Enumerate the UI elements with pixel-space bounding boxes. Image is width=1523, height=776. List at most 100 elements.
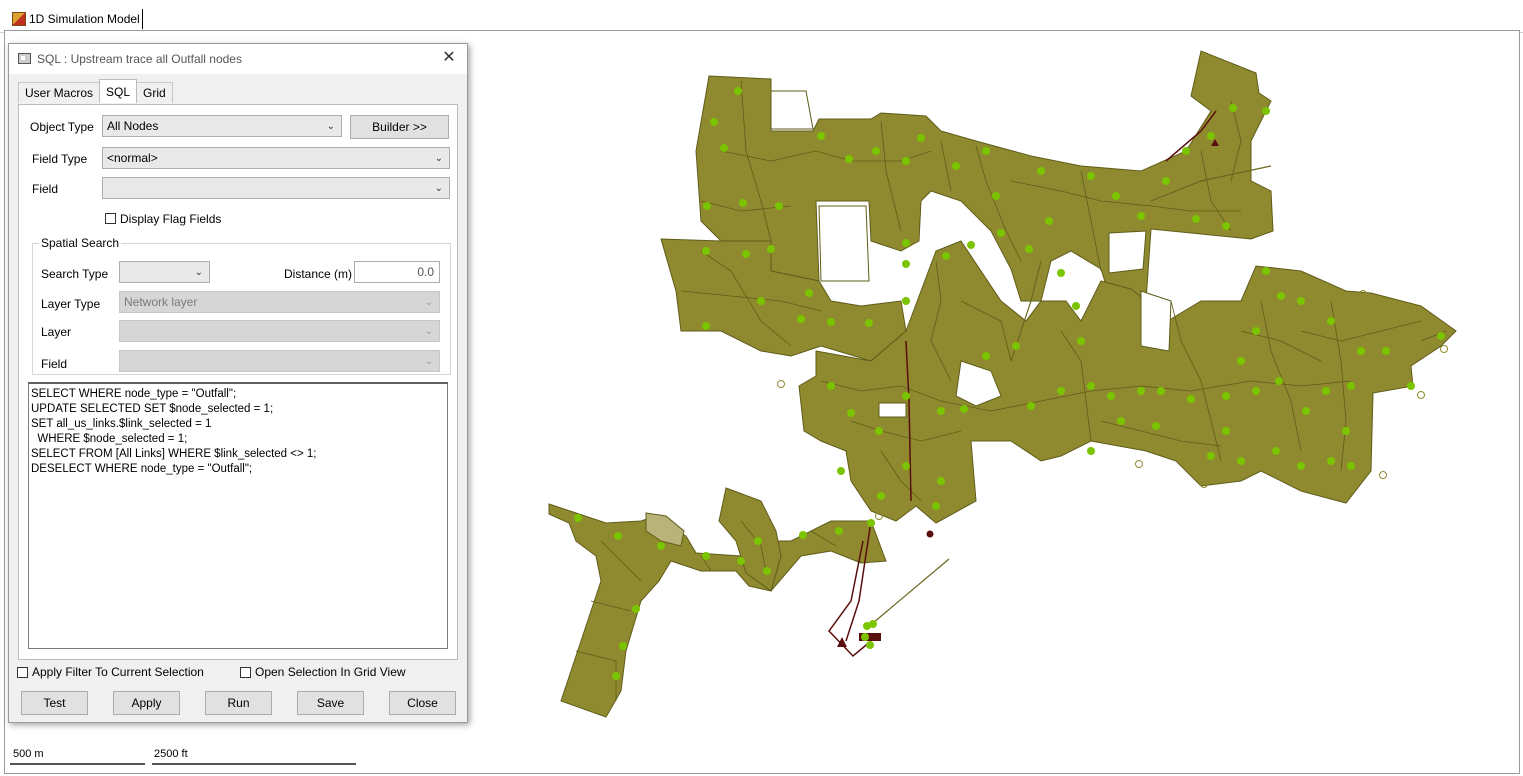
node-marker[interactable] [1087, 382, 1095, 390]
display-flag-fields-checkbox[interactable] [105, 213, 116, 224]
node-marker[interactable] [1237, 457, 1245, 465]
node-marker[interactable] [1347, 462, 1355, 470]
node-marker[interactable] [710, 118, 718, 126]
node-marker[interactable] [952, 162, 960, 170]
node-marker[interactable] [1207, 132, 1215, 140]
node-marker[interactable] [1322, 387, 1330, 395]
search-type-select[interactable]: ⌄ [119, 261, 210, 283]
node-marker[interactable] [1222, 392, 1230, 400]
node-marker[interactable] [982, 352, 990, 360]
node-marker[interactable] [861, 633, 869, 641]
node-marker[interactable] [992, 192, 1000, 200]
node-marker[interactable] [657, 542, 665, 550]
node-marker[interactable] [967, 241, 975, 249]
node-marker[interactable] [917, 134, 925, 142]
node-marker[interactable] [1262, 107, 1270, 115]
node-marker[interactable] [734, 87, 742, 95]
node-marker[interactable] [847, 409, 855, 417]
node-marker[interactable] [757, 297, 765, 305]
node-marker[interactable] [1025, 245, 1033, 253]
node-marker[interactable] [767, 245, 775, 253]
node-marker[interactable] [702, 322, 710, 330]
node-marker[interactable] [817, 132, 825, 140]
node-marker[interactable] [902, 239, 910, 247]
node-marker[interactable] [875, 427, 883, 435]
node-marker[interactable] [866, 641, 874, 649]
node-marker[interactable] [799, 531, 807, 539]
node-marker[interactable] [1262, 267, 1270, 275]
node-marker[interactable] [827, 382, 835, 390]
node-marker[interactable] [720, 144, 728, 152]
node-marker[interactable] [1087, 447, 1095, 455]
subcatchment-sw-branch[interactable] [548, 503, 887, 718]
node-marker[interactable] [1252, 387, 1260, 395]
node-marker[interactable] [877, 492, 885, 500]
node-marker[interactable] [1037, 167, 1045, 175]
open-in-grid-checkbox[interactable] [240, 667, 251, 678]
node-marker[interactable] [737, 557, 745, 565]
node-marker[interactable] [1027, 402, 1035, 410]
node-marker[interactable] [619, 642, 627, 650]
node-marker[interactable] [1342, 427, 1350, 435]
node-marker[interactable] [1192, 215, 1200, 223]
node-marker[interactable] [902, 462, 910, 470]
node-marker[interactable] [1112, 192, 1120, 200]
node-marker[interactable] [702, 552, 710, 560]
run-button[interactable]: Run [205, 691, 272, 715]
node-marker[interactable] [1157, 387, 1165, 395]
sql-editor[interactable]: SELECT WHERE node_type = "Outfall"; UPDA… [28, 382, 448, 649]
node-marker[interactable] [1117, 417, 1125, 425]
node-marker[interactable] [1077, 337, 1085, 345]
subcatchment-sw-north[interactable] [718, 487, 782, 592]
node-marker[interactable] [1237, 357, 1245, 365]
node-marker[interactable] [867, 519, 875, 527]
node-marker[interactable] [960, 405, 968, 413]
object-type-select[interactable]: All Nodes ⌄ [102, 115, 342, 137]
node-marker[interactable] [1302, 407, 1310, 415]
field-select[interactable]: ⌄ [102, 177, 450, 199]
node-marker[interactable] [837, 467, 845, 475]
node-marker[interactable] [865, 319, 873, 327]
node-marker[interactable] [742, 250, 750, 258]
node-marker[interactable] [835, 527, 843, 535]
node-marker[interactable] [1272, 447, 1280, 455]
node-marker[interactable] [827, 318, 835, 326]
node-marker[interactable] [1072, 302, 1080, 310]
node-marker[interactable] [1277, 292, 1285, 300]
document-tab[interactable]: 1D Simulation Model [10, 9, 143, 29]
node-marker[interactable] [1162, 177, 1170, 185]
node-marker[interactable] [1357, 347, 1365, 355]
node-marker[interactable] [1057, 387, 1065, 395]
node-marker[interactable] [1222, 222, 1230, 230]
node-marker[interactable] [997, 229, 1005, 237]
node-marker[interactable] [702, 247, 710, 255]
node-marker[interactable] [902, 297, 910, 305]
node-marker[interactable] [1275, 377, 1283, 385]
dialog-titlebar[interactable]: SQL : Upstream trace all Outfall nodes ✕ [9, 44, 467, 74]
node-marker[interactable] [942, 252, 950, 260]
node-marker[interactable] [1347, 382, 1355, 390]
apply-filter-checkbox[interactable] [17, 667, 28, 678]
node-marker[interactable] [1229, 104, 1237, 112]
node-marker[interactable] [902, 392, 910, 400]
tab-user-macros[interactable]: User Macros [18, 82, 101, 103]
node-marker[interactable] [1107, 392, 1115, 400]
node-marker[interactable] [1327, 457, 1335, 465]
node-marker[interactable] [1187, 395, 1195, 403]
node-marker[interactable] [1222, 427, 1230, 435]
node-marker[interactable] [1252, 327, 1260, 335]
node-marker[interactable] [937, 407, 945, 415]
node-marker[interactable] [1087, 172, 1095, 180]
node-marker[interactable] [982, 147, 990, 155]
node-marker[interactable] [797, 315, 805, 323]
node-marker[interactable] [932, 502, 940, 510]
save-button[interactable]: Save [297, 691, 364, 715]
layer-select[interactable]: ⌄ [119, 320, 440, 342]
layer-type-select[interactable]: Network layer ⌄ [119, 291, 440, 313]
node-marker[interactable] [574, 514, 582, 522]
node-marker[interactable] [1382, 347, 1390, 355]
node-marker[interactable] [1207, 452, 1215, 460]
node-marker[interactable] [937, 477, 945, 485]
node-marker[interactable] [1182, 147, 1190, 155]
node-marker[interactable] [1137, 387, 1145, 395]
